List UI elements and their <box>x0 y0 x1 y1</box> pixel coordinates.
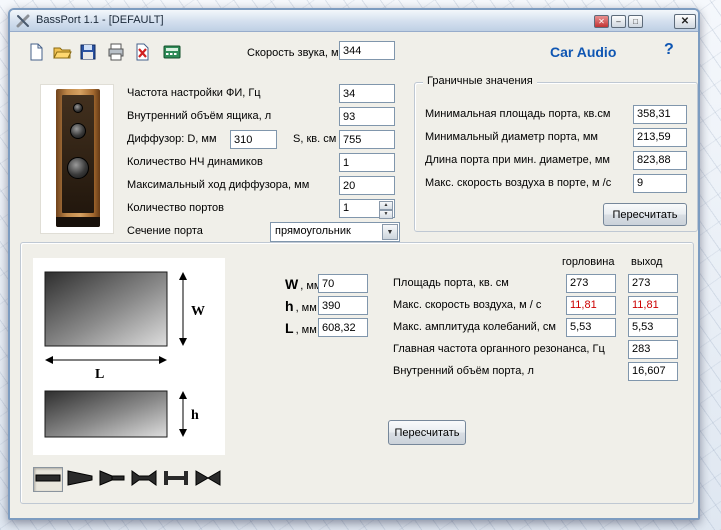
speaker-base <box>56 217 100 227</box>
port-diagram: W L h <box>33 258 225 455</box>
double-flared-port-icon[interactable] <box>129 467 159 492</box>
tweeter-driver <box>73 103 83 113</box>
max-air-speed-throat-value: 11,81 <box>566 296 616 315</box>
diffuser-area-label: S, кв. см <box>293 133 337 145</box>
organ-resonance-label: Главная частота органного резонанса, Гц <box>393 343 605 355</box>
tuning-frequency-label: Частота настройки ФИ, Гц <box>127 87 261 99</box>
print-icon[interactable] <box>104 40 126 62</box>
woofer-driver <box>67 157 89 179</box>
port-volume-label: Внутренний объём порта, л <box>393 365 534 377</box>
chevron-down-icon[interactable]: ▼ <box>382 224 398 240</box>
close-button[interactable]: ✕ <box>674 14 696 29</box>
speaker-front-panel <box>62 95 94 213</box>
port-panel: W L h W, мм h, мм L, мм горл <box>20 242 694 504</box>
min-port-area-value: 358,31 <box>633 105 687 124</box>
min-port-diameter-label: Минимальный диаметр порта, мм <box>425 131 598 143</box>
recalculate-limits-button[interactable]: Пересчитать <box>603 203 687 226</box>
window-title: BassPort 1.1 - [DEFAULT] <box>36 14 164 26</box>
max-air-speed-exit-value: 11,81 <box>628 296 678 315</box>
save-icon[interactable] <box>76 40 98 62</box>
maximize-button[interactable]: □ <box>628 15 643 28</box>
help-button[interactable]: ? <box>664 41 674 59</box>
port-height-input[interactable] <box>318 296 368 315</box>
max-amplitude-label: Макс. амплитуда колебаний, см <box>393 321 556 333</box>
throat-column-header: горловина <box>562 256 615 268</box>
speaker-cabinet <box>56 89 100 227</box>
minimize-button[interactable]: – <box>611 15 626 28</box>
min-port-area-label: Минимальная площадь порта, кв.см <box>425 108 611 120</box>
organ-resonance-value: 283 <box>628 340 678 359</box>
max-air-speed-limit-value: 9 <box>633 174 687 193</box>
dim-h-label: h <box>191 408 199 423</box>
port-length-value: 823,88 <box>633 151 687 170</box>
width-dim-label: W, мм <box>285 276 322 292</box>
new-file-icon[interactable] <box>24 40 46 62</box>
calculator-icon[interactable] <box>160 40 182 62</box>
app-icon <box>16 14 30 28</box>
port-section-label: Сечение порта <box>127 225 203 237</box>
limits-groupbox: Граничные значения Минимальная площадь п… <box>414 75 698 232</box>
box-volume-input[interactable] <box>339 107 395 126</box>
bassport-window: BassPort 1.1 - [DEFAULT] ✕ – □ ✕ Скорост… <box>8 8 700 520</box>
diffuser-area-input[interactable] <box>339 130 395 149</box>
diffuser-diameter-input[interactable] <box>230 130 277 149</box>
length-dim-label: L, мм <box>285 320 317 336</box>
port-top-view <box>44 271 168 347</box>
port-area-label: Площадь порта, кв. см <box>393 277 509 289</box>
straight-port-icon[interactable] <box>33 467 63 492</box>
port-section-select[interactable]: прямоугольник ▼ <box>270 222 400 242</box>
titlebar[interactable]: BassPort 1.1 - [DEFAULT] ✕ – □ ✕ <box>10 10 698 32</box>
flanged-port-icon[interactable] <box>161 467 191 492</box>
port-volume-value: 16,607 <box>628 362 678 381</box>
port-count-value: 1 <box>343 202 350 214</box>
port-length-input[interactable] <box>318 318 368 337</box>
dim-l-label: L <box>95 367 104 382</box>
box-volume-label: Внутренний объём ящика, л <box>127 110 272 122</box>
diffuser-diameter-label: Диффузор: D, мм <box>127 133 217 145</box>
child-close-button[interactable]: ✕ <box>594 15 609 28</box>
woofer-count-input[interactable] <box>339 153 395 172</box>
double-horn-port-icon[interactable] <box>193 467 223 492</box>
conical-port-icon[interactable] <box>65 467 95 492</box>
port-length-label: Длина порта при мин. диаметре, мм <box>425 154 610 166</box>
max-excursion-label: Максимальный ход диффузора, мм <box>127 179 310 191</box>
max-excursion-input[interactable] <box>339 176 395 195</box>
speed-of-sound-label: Скорость звука, м /с <box>247 47 351 59</box>
mid-driver <box>70 123 86 139</box>
dim-w-label: W <box>191 304 205 319</box>
port-count-stepper[interactable]: 1 ▲ ▼ <box>339 199 395 219</box>
port-side-view <box>44 390 168 438</box>
spinner-up-button[interactable]: ▲ <box>379 201 393 210</box>
recalculate-port-button[interactable]: Пересчитать <box>388 420 466 445</box>
port-area-exit-value: 273 <box>628 274 678 293</box>
port-section-value: прямоугольник <box>275 225 351 237</box>
open-file-icon[interactable] <box>50 40 72 62</box>
woofer-count-label: Количество НЧ динамиков <box>127 156 263 168</box>
max-air-speed-label: Макс. скорость воздуха, м / с <box>393 299 542 311</box>
speed-of-sound-input[interactable] <box>339 41 395 60</box>
port-area-throat-value: 273 <box>566 274 616 293</box>
max-air-speed-limit-label: Макс. скорость воздуха в порте, м /с <box>425 177 612 189</box>
exit-column-header: выход <box>631 256 663 268</box>
limits-title: Граничные значения <box>423 75 537 87</box>
horn-port-icon[interactable] <box>97 467 127 492</box>
max-amplitude-exit-value: 5,53 <box>628 318 678 337</box>
port-width-input[interactable] <box>318 274 368 293</box>
spinner-down-button[interactable]: ▼ <box>379 210 393 219</box>
max-amplitude-throat-value: 5,53 <box>566 318 616 337</box>
port-count-label: Количество портов <box>127 202 224 214</box>
min-port-diameter-value: 213,59 <box>633 128 687 147</box>
speaker-image <box>40 84 114 234</box>
delete-icon[interactable] <box>130 40 152 62</box>
height-dim-label: h, мм <box>285 298 317 314</box>
brand-link[interactable]: Car Audio <box>550 44 616 60</box>
tuning-frequency-input[interactable] <box>339 84 395 103</box>
